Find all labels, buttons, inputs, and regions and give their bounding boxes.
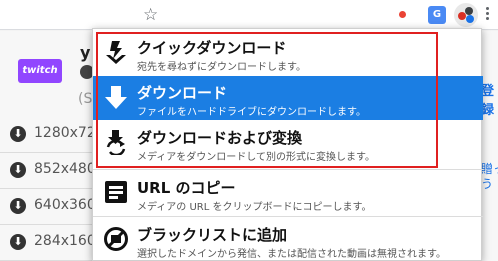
more-menu-icon[interactable] — [486, 7, 490, 22]
browser-toolbar: ☆ G — [0, 0, 498, 30]
menu-item-description: メディアの URL をクリップボードにコピーします。 — [137, 202, 372, 213]
menu-item-description: メディアをダウンロードして別の形式に変換します。 — [137, 152, 375, 163]
gift-text-fragment: 贈っ う — [481, 162, 498, 191]
video-subtitle: (S — [78, 91, 93, 107]
download-arrow-icon: ⬇ — [10, 198, 26, 214]
menu-item-description: 宛先を尋ねずにダウンロードします。 — [137, 62, 306, 73]
menu-separator — [93, 216, 483, 217]
download-arrow-icon: ⬇ — [10, 234, 26, 250]
download-arrow-icon: ⬇ — [10, 162, 26, 178]
resolution-row[interactable]: ⬇ 640x360 — [0, 189, 96, 225]
star-icon[interactable]: ☆ — [143, 5, 158, 25]
resolution-row[interactable]: ⬇ 284x160 — [0, 225, 96, 261]
resolution-label: 852x480 — [34, 161, 96, 177]
copy-url-icon — [105, 181, 127, 203]
download-convert-icon — [106, 130, 126, 155]
video-title: y — [80, 43, 91, 62]
video-downloadhelper-icon[interactable] — [454, 3, 478, 27]
download-arrow-icon: ⬇ — [10, 126, 26, 142]
resolution-row[interactable]: ⬇ 852x480 — [0, 153, 96, 189]
resolution-label: 284x160 — [34, 233, 96, 249]
resolution-row[interactable]: ⬇ 1280x72 — [0, 117, 96, 153]
register-text-fragment: 登録 — [481, 84, 495, 118]
menu-item-title: ダウンロードおよび変換 — [137, 129, 303, 147]
screen: ☆ G y twitch (S ⬇ 1280x72 ⬇ 852x480 ⬇ 64… — [0, 0, 498, 261]
translate-extension-icon[interactable]: G — [428, 6, 446, 24]
menu-item-quick-download[interactable]: クイックダウンロード 宛先を尋ねずにダウンロードします。 — [93, 31, 483, 75]
resolution-label: 1280x72 — [34, 125, 96, 141]
menu-item-download[interactable]: ダウンロード ファイルをハードドライブにダウンロードします。 — [93, 76, 483, 120]
download-action-menu: クイックダウンロード 宛先を尋ねずにダウンロードします。 ダウンロード ファイル… — [92, 28, 483, 261]
menu-item-title: クイックダウンロード — [137, 39, 287, 57]
menu-item-title: ブラックリストに追加 — [137, 226, 288, 244]
quick-download-icon — [106, 41, 126, 64]
menu-item-description: ファイルをハードドライブにダウンロードします。 — [137, 107, 366, 118]
blacklist-icon — [104, 227, 128, 251]
menu-item-title: URL のコピー — [137, 179, 236, 197]
menu-item-blacklist[interactable]: ブラックリストに追加 選択したドメインから発信、または配信された動画は無視されま… — [93, 218, 483, 261]
menu-item-title: ダウンロード — [137, 84, 228, 102]
resolution-label: 640x360 — [34, 197, 96, 213]
twitch-logo: twitch — [18, 59, 62, 83]
menu-item-description: 選択したドメインから発信、または配信された動画は無視されます。 — [137, 249, 446, 260]
record-extension-icon[interactable] — [399, 11, 406, 18]
download-icon — [105, 86, 127, 109]
menu-item-download-convert[interactable]: ダウンロードおよび変換 メディアをダウンロードして別の形式に変換します。 — [93, 121, 483, 165]
menu-item-copy-url[interactable]: URL のコピー メディアの URL をクリップボードにコピーします。 — [93, 171, 483, 215]
menu-separator — [93, 169, 483, 170]
